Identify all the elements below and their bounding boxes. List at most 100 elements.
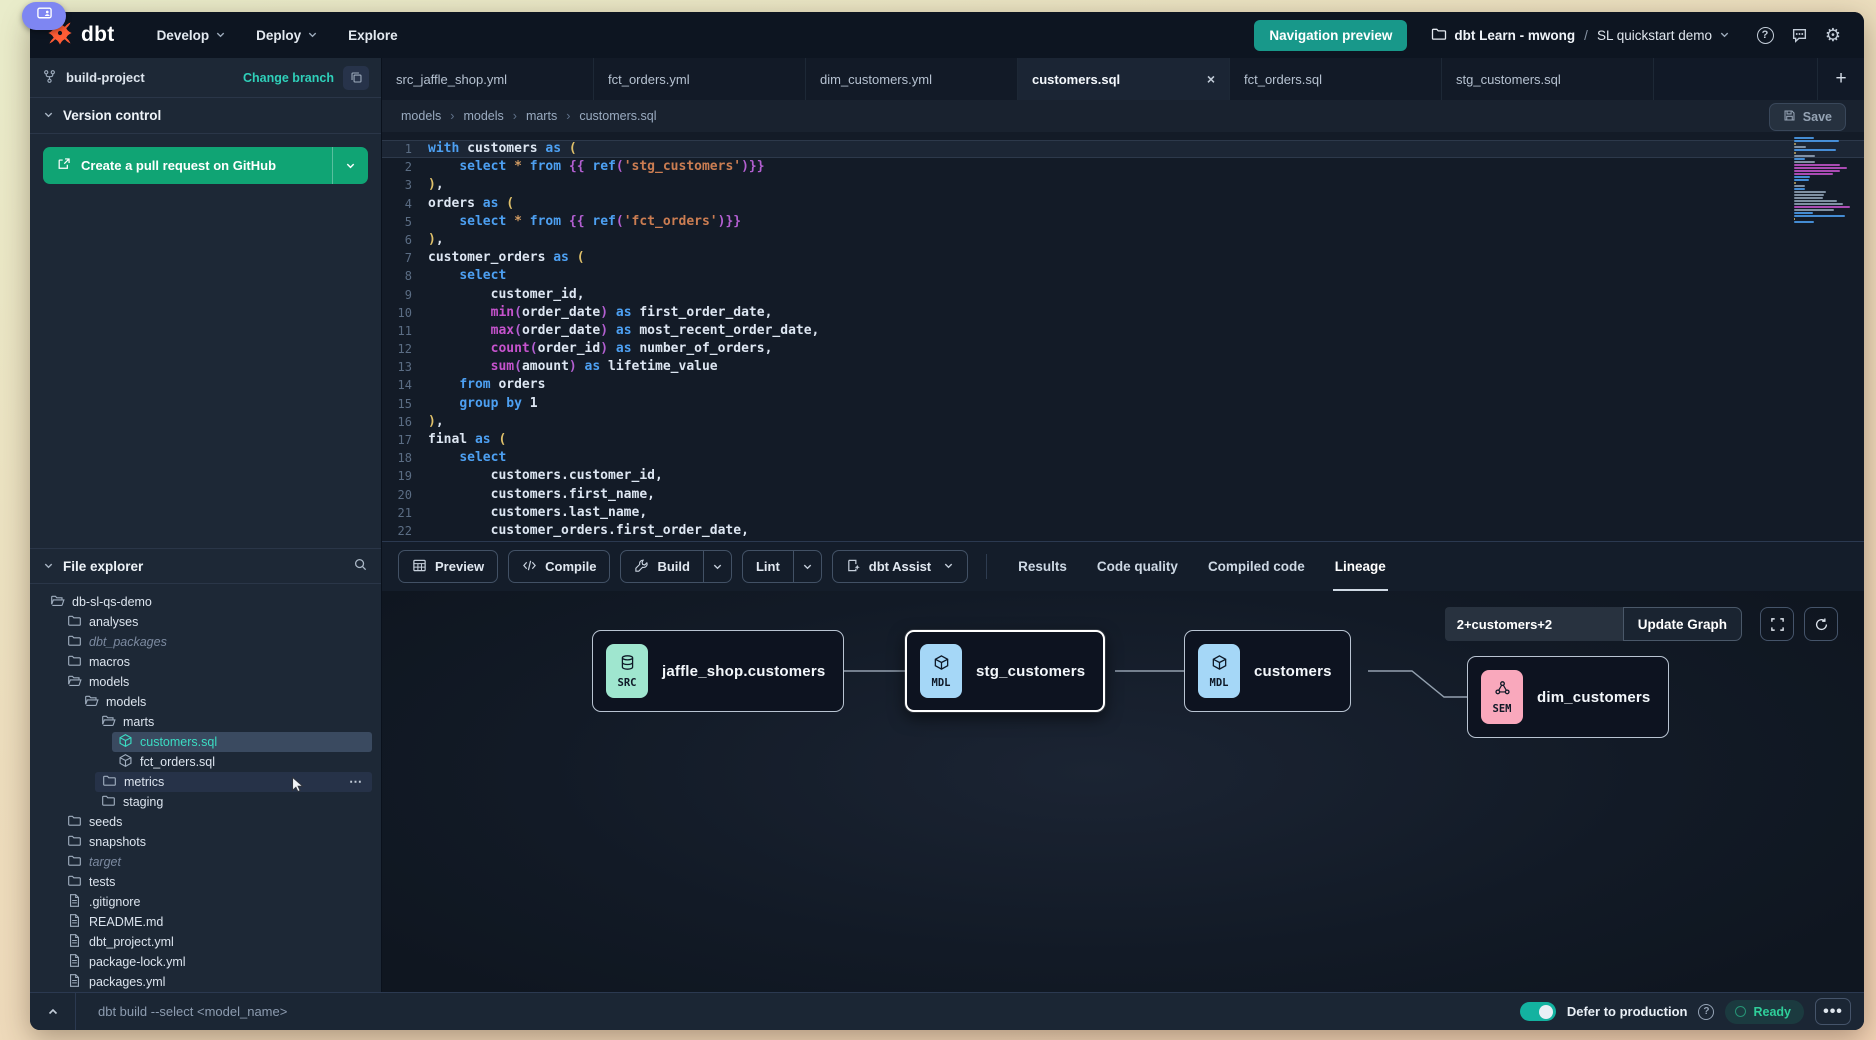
tabbar-empty-space [1654, 58, 1818, 100]
line-number: 2 [382, 158, 428, 176]
compile-button-main[interactable]: Compile [509, 551, 609, 582]
create-pr-button[interactable]: Create a pull request on GitHub [43, 147, 368, 184]
tab-customers.sql[interactable]: customers.sql× [1018, 58, 1230, 100]
tree-item-customers-sql[interactable]: customers.sql [112, 732, 372, 752]
update-graph-button[interactable]: Update Graph [1623, 607, 1742, 641]
tree-item-label: fct_orders.sql [140, 755, 215, 769]
compile-button[interactable]: Compile [508, 550, 610, 583]
minimap[interactable] [1794, 137, 1852, 224]
tree-item-dbt-packages[interactable]: dbt_packages [61, 632, 372, 652]
tab-dim_customers.yml[interactable]: dim_customers.yml [806, 58, 1018, 100]
line-number: 3 [382, 176, 428, 194]
settings-gear-icon[interactable]: ⚙ [1818, 20, 1848, 50]
dbt-assist-button-main[interactable]: dbt Assist [833, 551, 967, 582]
new-tab-button[interactable]: + [1818, 58, 1864, 100]
help-icon[interactable]: ? [1750, 20, 1780, 50]
feedback-icon[interactable] [1784, 20, 1814, 50]
tree-item--gitignore[interactable]: .gitignore [61, 892, 372, 912]
code-line: 19 customers.customer_id, [382, 467, 1864, 485]
version-control-header[interactable]: Version control [30, 98, 381, 134]
code-line: 15 group by 1 [382, 395, 1864, 413]
code-line: 9 customer_id, [382, 286, 1864, 304]
tree-item-tests[interactable]: tests [61, 872, 372, 892]
tree-item-packages-yml[interactable]: packages.yml [61, 972, 372, 992]
tree-item-marts[interactable]: marts [95, 712, 372, 732]
lineage-node-stg-customers[interactable]: MDLstg_customers [905, 630, 1105, 712]
project-breadcrumb[interactable]: dbt Learn - mwong / SL quickstart demo [1431, 26, 1730, 45]
folder-open-icon [101, 713, 116, 731]
panel-tab-lineage[interactable]: Lineage [1320, 542, 1401, 591]
menu-develop[interactable]: Develop [145, 22, 239, 49]
assist-icon [846, 558, 861, 576]
command-input[interactable]: dbt build --select <model_name> [98, 1004, 287, 1019]
tree-item-staging[interactable]: staging [95, 792, 372, 812]
panel-tab-results[interactable]: Results [1003, 542, 1082, 591]
more-options-button[interactable]: ••• [1815, 998, 1851, 1025]
defer-toggle[interactable] [1520, 1002, 1556, 1021]
create-pr-button-main[interactable]: Create a pull request on GitHub [43, 147, 332, 184]
tree-item-package-lock-yml[interactable]: package-lock.yml [61, 952, 372, 972]
lint-dropdown[interactable] [793, 551, 821, 582]
save-button[interactable]: Save [1769, 103, 1846, 131]
refresh-icon[interactable] [1804, 607, 1838, 641]
menu-explore[interactable]: Explore [336, 22, 410, 49]
tree-item-macros[interactable]: macros [61, 652, 372, 672]
folder-icon [67, 613, 82, 631]
build-button[interactable]: Build [620, 550, 732, 583]
lineage-node-customers[interactable]: MDLcustomers [1184, 630, 1351, 712]
lint-button-main[interactable]: Lint [743, 551, 793, 582]
folder-open-icon [84, 693, 99, 711]
branch-name: build-project [66, 70, 145, 85]
chevron-up-icon[interactable] [30, 993, 76, 1030]
file-explorer-header[interactable]: File explorer [30, 548, 381, 584]
tree-item-models[interactable]: models [61, 672, 372, 692]
lineage-filter-input[interactable]: 2+customers+2 [1445, 607, 1623, 641]
code-editor[interactable]: 1with customers as (2 select * from {{ r… [382, 132, 1864, 541]
folder-icon [101, 793, 116, 811]
build-dropdown[interactable] [703, 551, 731, 582]
tree-item-dbt-project-yml[interactable]: dbt_project.yml [61, 932, 372, 952]
brand-text: dbt [81, 23, 115, 47]
panel-tab-code-quality[interactable]: Code quality [1082, 542, 1193, 591]
navigation-preview-button[interactable]: Navigation preview [1254, 20, 1407, 51]
copy-icon[interactable] [343, 66, 369, 90]
lint-button[interactable]: Lint [742, 550, 822, 583]
create-pr-dropdown[interactable] [332, 147, 368, 184]
tab-fct_orders.sql[interactable]: fct_orders.sql [1230, 58, 1442, 100]
build-button-main[interactable]: Build [621, 551, 703, 582]
close-icon[interactable]: × [1207, 72, 1215, 86]
code-text: max(order_date) as most_recent_order_dat… [428, 322, 819, 340]
dbt-assist-button[interactable]: dbt Assist [832, 550, 968, 583]
tree-item-target[interactable]: target [61, 852, 372, 872]
tree-item-db-sl-qs-demo[interactable]: db-sl-qs-demo [44, 592, 372, 612]
tab-fct_orders.yml[interactable]: fct_orders.yml [594, 58, 806, 100]
action-label: dbt Assist [869, 559, 931, 574]
fullscreen-icon[interactable] [1760, 607, 1794, 641]
menu-deploy[interactable]: Deploy [244, 22, 330, 49]
lineage-node-jaffle-shop-customers[interactable]: SRCjaffle_shop.customers [592, 630, 844, 712]
account-name: dbt Learn - mwong [1454, 28, 1575, 43]
line-number: 15 [382, 395, 428, 413]
action-buttons: Preview Compile Build Lint dbt Assist [398, 542, 978, 591]
tree-item-snapshots[interactable]: snapshots [61, 832, 372, 852]
preview-button[interactable]: Preview [398, 550, 498, 583]
tree-item-models[interactable]: models [78, 692, 372, 712]
row-options-icon[interactable]: ⋯ [349, 774, 363, 790]
tree-item-seeds[interactable]: seeds [61, 812, 372, 832]
tree-item-analyses[interactable]: analyses [61, 612, 372, 632]
defer-help-icon[interactable]: ? [1698, 1004, 1714, 1020]
table-icon [412, 558, 427, 576]
crumb-marts: marts [526, 109, 557, 123]
tree-item-readme-md[interactable]: README.md [61, 912, 372, 932]
tree-item-metrics[interactable]: metrics⋯ [95, 772, 372, 792]
lineage-controls: 2+customers+2 Update Graph [1445, 607, 1838, 641]
change-branch-link[interactable]: Change branch [243, 71, 334, 85]
tab-src_jaffle_shop.yml[interactable]: src_jaffle_shop.yml [382, 58, 594, 100]
preview-button-main[interactable]: Preview [399, 551, 497, 582]
lineage-node-dim-customers[interactable]: SEMdim_customers [1467, 656, 1669, 738]
tab-stg_customers.sql[interactable]: stg_customers.sql [1442, 58, 1654, 100]
panel-tab-compiled-code[interactable]: Compiled code [1193, 542, 1320, 591]
tree-item-fct-orders-sql[interactable]: fct_orders.sql [112, 752, 372, 772]
tab-label: stg_customers.sql [1456, 72, 1561, 87]
search-icon[interactable] [353, 557, 368, 575]
